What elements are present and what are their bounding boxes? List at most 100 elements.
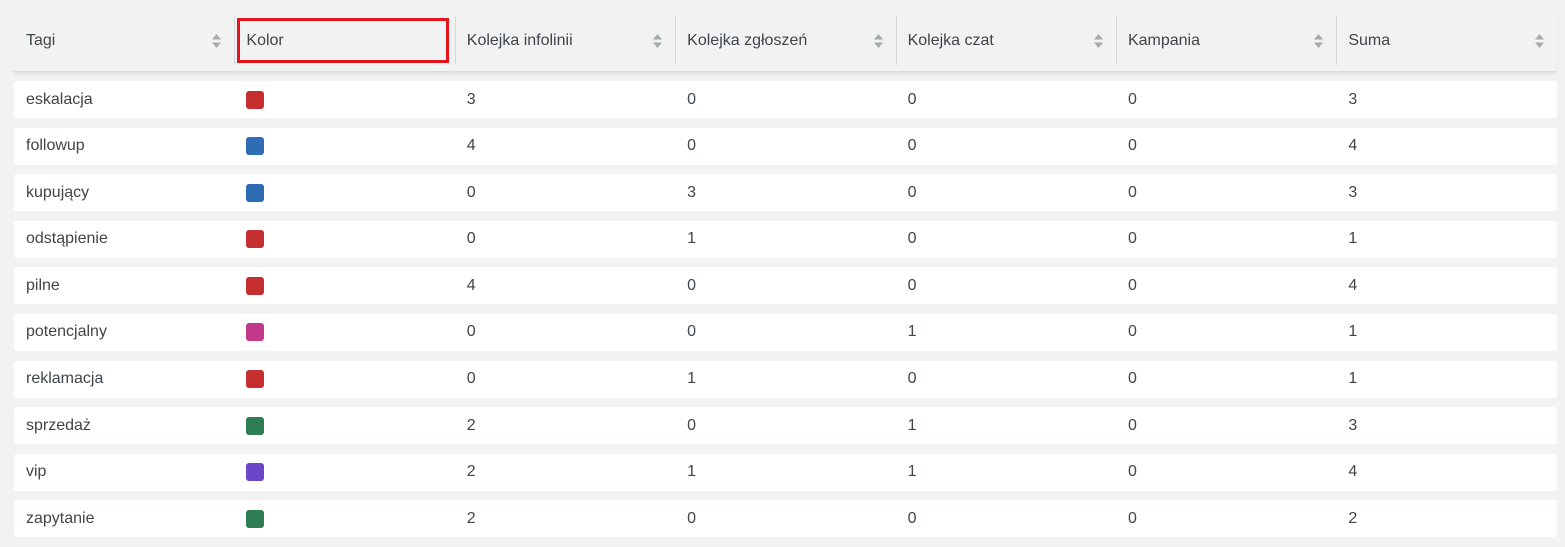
cell-kolejka-zgloszen: 1 — [687, 370, 697, 388]
cell-kolejka-zgloszen: 1 — [687, 230, 697, 248]
color-swatch — [246, 463, 265, 482]
cell-suma: 4 — [1348, 137, 1358, 155]
cell-kampania: 0 — [1127, 509, 1137, 527]
cell-kolejka-infolinii: 2 — [466, 416, 476, 434]
table-row[interactable]: sprzedaż 2 0 1 0 3 — [14, 407, 1557, 445]
cell-tag: kupujący — [26, 183, 90, 201]
table-row[interactable]: zapytanie 2 0 0 0 2 — [14, 500, 1557, 538]
cell-kampania: 0 — [1127, 463, 1137, 481]
cell-kolejka-zgloszen: 0 — [687, 137, 697, 155]
table-body: eskalacja 3 0 0 0 3 followup 4 0 0 0 4 kupujący 0 3 0 0 3… — [14, 81, 1557, 547]
table-row[interactable]: eskalacja 3 0 0 0 3 — [14, 81, 1557, 118]
sort-icon[interactable] — [1313, 33, 1324, 49]
cell-kampania: 0 — [1127, 416, 1137, 434]
cell-kolejka-czat: 0 — [907, 370, 917, 388]
cell-color — [234, 416, 454, 435]
color-swatch — [246, 509, 265, 528]
cell-kolejka-infolinii: 0 — [466, 183, 476, 201]
cell-color — [234, 230, 454, 249]
color-swatch — [246, 90, 265, 109]
cell-color — [234, 463, 454, 482]
cell-kampania: 0 — [1127, 183, 1137, 201]
cell-tag: odstąpienie — [26, 230, 108, 248]
cell-kolejka-czat: 0 — [907, 509, 917, 527]
column-header-kolor[interactable]: Kolor — [234, 10, 454, 71]
cell-kolejka-czat: 1 — [907, 416, 917, 434]
cell-kolejka-czat: 1 — [907, 323, 917, 341]
sort-icon[interactable] — [873, 33, 884, 49]
cell-kampania: 0 — [1127, 230, 1137, 248]
cell-kolejka-infolinii: 0 — [466, 230, 476, 248]
cell-kolejka-czat: 0 — [907, 276, 917, 294]
column-header-label: Kolejka czat — [907, 31, 994, 49]
table-row[interactable]: followup 4 0 0 0 4 — [14, 127, 1557, 165]
cell-kolejka-zgloszen: 0 — [687, 509, 697, 527]
column-header-label: Suma — [1348, 31, 1391, 49]
cell-suma: 4 — [1348, 276, 1358, 294]
color-swatch — [246, 230, 265, 249]
cell-kolejka-zgloszen: 0 — [687, 323, 697, 341]
cell-kolejka-zgloszen: 1 — [687, 463, 697, 481]
table-row[interactable]: pilne 4 0 0 0 4 — [14, 267, 1557, 305]
color-swatch — [246, 370, 265, 389]
color-swatch — [246, 323, 265, 342]
column-header-label: Kampania — [1127, 31, 1200, 49]
cell-kampania: 0 — [1127, 137, 1137, 155]
cell-tag: vip — [26, 463, 47, 481]
cell-kolejka-infolinii: 0 — [466, 323, 476, 341]
column-header-label: Kolejka infolinii — [466, 31, 573, 49]
cell-suma: 4 — [1348, 463, 1358, 481]
color-swatch — [246, 137, 265, 156]
cell-kampania: 0 — [1127, 90, 1137, 108]
column-header-kolejka-czat[interactable]: Kolejka czat — [895, 10, 1116, 71]
column-header-kolejka-infolinii[interactable]: Kolejka infolinii — [454, 10, 675, 71]
cell-kolejka-zgloszen: 3 — [687, 183, 697, 201]
table-row[interactable]: kupujący 0 3 0 0 3 — [14, 174, 1557, 212]
sort-icon[interactable] — [211, 33, 222, 49]
cell-kolejka-zgloszen: 0 — [687, 276, 697, 294]
cell-kolejka-zgloszen: 0 — [687, 416, 697, 434]
cell-suma: 3 — [1348, 183, 1358, 201]
cell-kolejka-infolinii: 4 — [466, 276, 476, 294]
cell-suma: 3 — [1348, 90, 1358, 108]
cell-color — [234, 509, 454, 528]
cell-kolejka-czat: 0 — [907, 137, 917, 155]
table-header: Tagi Kolor Kolejka infolinii Kolejka zgł… — [14, 10, 1557, 72]
cell-kolejka-czat: 0 — [907, 183, 917, 201]
sort-icon[interactable] — [1093, 33, 1104, 49]
cell-kolejka-czat: 1 — [907, 463, 917, 481]
cell-kolejka-infolinii: 4 — [466, 137, 476, 155]
cell-tag: eskalacja — [26, 90, 93, 108]
cell-suma: 1 — [1348, 323, 1358, 341]
color-swatch — [246, 416, 265, 435]
cell-color — [234, 323, 454, 342]
column-header-label: Kolor — [246, 31, 284, 49]
sort-icon[interactable] — [652, 33, 663, 49]
column-header-kampania[interactable]: Kampania — [1115, 10, 1336, 71]
cell-kolejka-infolinii: 3 — [466, 90, 476, 108]
color-swatch — [246, 183, 265, 202]
column-header-tagi[interactable]: Tagi — [14, 10, 234, 71]
cell-tag: pilne — [26, 276, 60, 294]
cell-kolejka-czat: 0 — [907, 230, 917, 248]
cell-suma: 1 — [1348, 370, 1358, 388]
table-row[interactable]: vip 2 1 1 0 4 — [14, 453, 1557, 491]
cell-kolejka-zgloszen: 0 — [687, 90, 697, 108]
cell-kampania: 0 — [1127, 323, 1137, 341]
cell-tag: potencjalny — [26, 323, 107, 341]
color-swatch — [246, 276, 265, 295]
cell-kampania: 0 — [1127, 370, 1137, 388]
sort-icon[interactable] — [1534, 33, 1545, 49]
cell-kolejka-infolinii: 0 — [466, 370, 476, 388]
column-header-suma[interactable]: Suma — [1336, 10, 1556, 71]
cell-tag: sprzedaż — [26, 416, 91, 434]
table-row[interactable]: potencjalny 0 0 1 0 1 — [14, 313, 1557, 351]
table-row[interactable]: reklamacja 0 1 0 0 1 — [14, 360, 1557, 398]
cell-tag: zapytanie — [26, 509, 95, 527]
cell-color — [234, 137, 454, 156]
cell-tag: followup — [26, 137, 85, 155]
cell-suma: 1 — [1348, 230, 1358, 248]
column-header-kolejka-zgloszen[interactable]: Kolejka zgłoszeń — [675, 10, 895, 71]
table-row[interactable]: odstąpienie 0 1 0 0 1 — [14, 220, 1557, 258]
cell-kampania: 0 — [1127, 276, 1137, 294]
